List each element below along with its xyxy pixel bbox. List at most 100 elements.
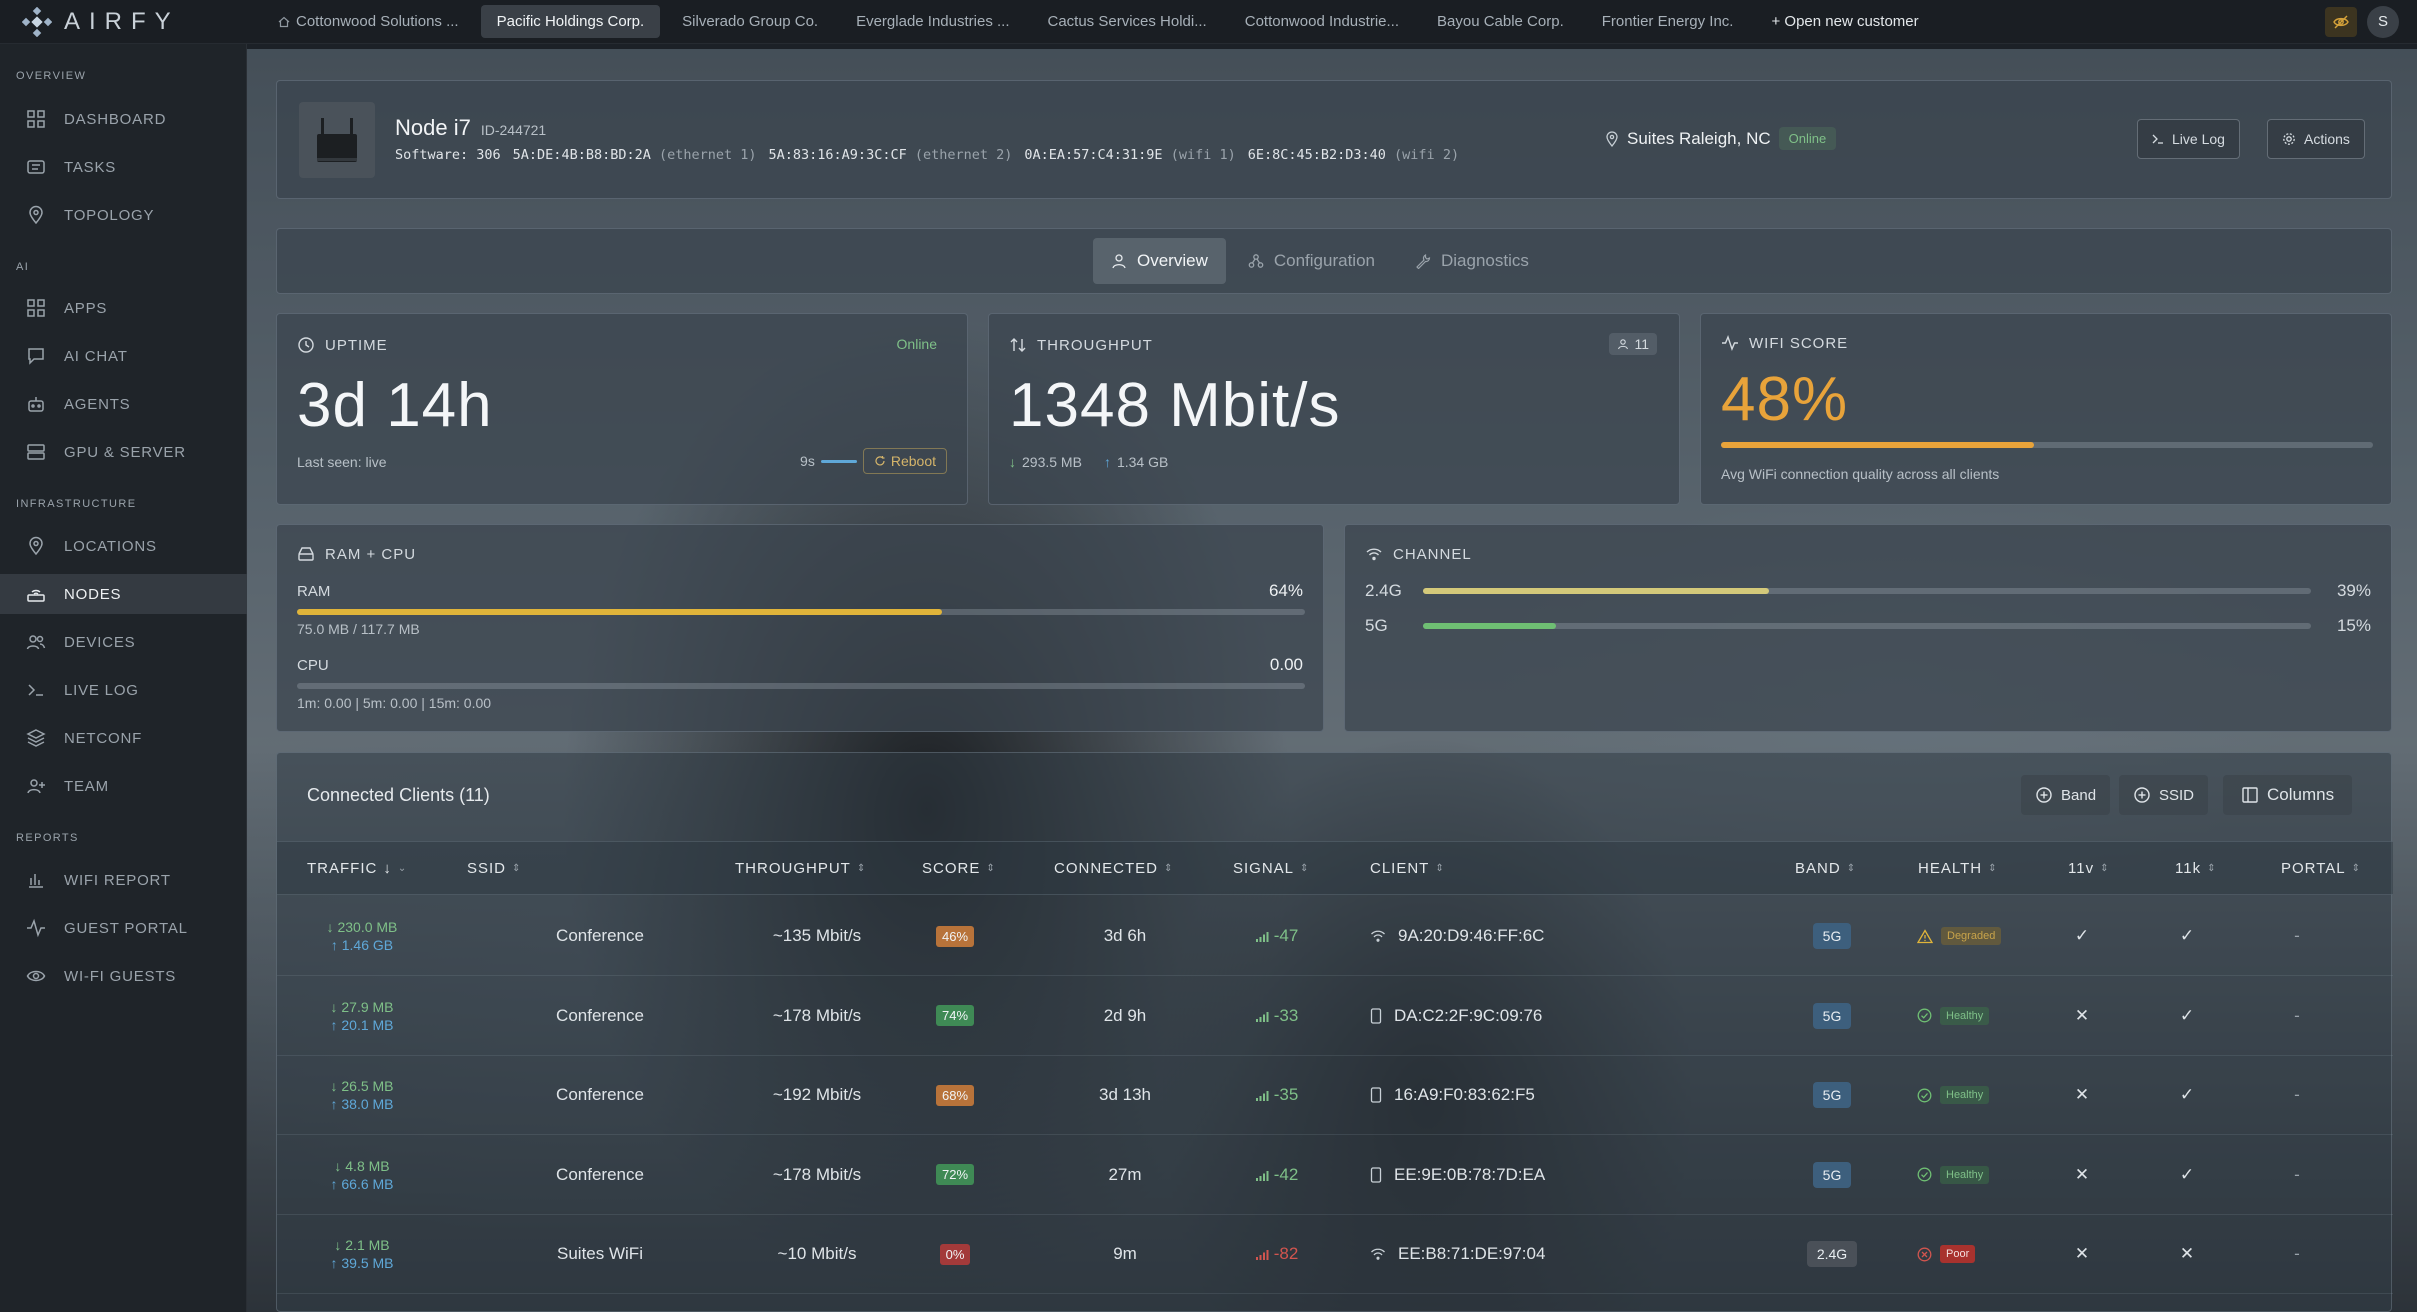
score-cell: 72%: [915, 1135, 995, 1215]
customer-tab[interactable]: Everglade Industries ...: [840, 5, 1025, 38]
traffic-down: ↓ 2.1 MB: [334, 1237, 390, 1253]
traffic-down: ↓ 27.9 MB: [330, 998, 394, 1015]
score-badge: 68%: [935, 1084, 975, 1106]
customer-tab[interactable]: Silverado Group Co.: [666, 5, 834, 38]
column-header-score[interactable]: SCORE ⇕: [922, 860, 996, 877]
signal-bars-icon: [1255, 1170, 1269, 1181]
open-new-customer-button[interactable]: + Open new customer: [1755, 5, 1934, 38]
ssid-filter-button[interactable]: SSID: [2119, 775, 2209, 815]
column-header-health[interactable]: HEALTH ⇕: [1918, 860, 1997, 877]
reboot-button[interactable]: Reboot: [862, 448, 947, 474]
sidebar-item-wifi-guests[interactable]: WI-FI GUESTS: [0, 956, 247, 996]
table-row[interactable]: ↓ 230.0 MB ↑ 1.46 GB Conference ~135 Mbit/s…: [277, 896, 2393, 976]
sidebar-item-label: TOPOLOGY: [64, 206, 155, 224]
customer-tab[interactable]: Frontier Energy Inc.: [1586, 5, 1750, 38]
privacy-toggle-button[interactable]: [2325, 6, 2357, 37]
score-badge: 46%: [935, 925, 975, 947]
map-pin-icon: [29, 205, 43, 225]
clients-table-header: TRAFFIC ↓ ⌄ SSID ⇕ THROUGHPUT ⇕ SCORE ⇕ CONNE…: [277, 841, 2393, 895]
node-name: Node i7: [395, 115, 471, 140]
client-cell[interactable]: EE:9E:0B:78:7D:EA: [1370, 1135, 1545, 1215]
throughput-cell: ~178 Mbit/s: [772, 1005, 862, 1025]
column-header-ssid[interactable]: SSID ⇕: [467, 860, 521, 877]
table-row[interactable]: ↓ 26.5 MB ↑ 38.0 MB Conference ~192 Mbit/s 6…: [277, 1055, 2393, 1135]
customer-tab[interactable]: Cottonwood Solutions ...: [262, 5, 475, 38]
sidebar-item-wifi-report[interactable]: WIFI REPORT: [0, 860, 247, 900]
traffic-cell: ↓ 230.0 MB ↑ 1.46 GB: [307, 896, 417, 976]
sidebar-item-gpu-server[interactable]: GPU & SERVER: [0, 432, 247, 472]
table-row[interactable]: ↓ 2.1 MB ↑ 39.5 MB Suites WiFi ~10 Mbit/s 0%…: [277, 1214, 2393, 1294]
sidebar-item-team[interactable]: TEAM: [0, 766, 247, 806]
sidebar-item-guest-portal[interactable]: GUEST PORTAL: [0, 908, 247, 948]
sidebar-item-dashboard[interactable]: DASHBOARD: [0, 99, 247, 139]
tab-configuration[interactable]: Configuration: [1230, 238, 1393, 284]
band-filter-button[interactable]: Band: [2021, 775, 2111, 815]
client-cell[interactable]: 16:A9:F0:83:62:F5: [1370, 1055, 1535, 1135]
customer-tab-active[interactable]: Pacific Holdings Corp.: [480, 5, 661, 38]
column-header-connected[interactable]: CONNECTED ⇕: [1054, 860, 1173, 877]
band-name: 5G: [1365, 616, 1388, 635]
throughput-value: 1348 Mbit/s: [1009, 371, 1341, 440]
sidebar-item-tasks[interactable]: TASKS: [0, 147, 247, 187]
11k-cell: ✕: [2179, 1244, 2195, 1263]
columns-button[interactable]: Columns: [2223, 775, 2353, 815]
traffic-cell: ↓ 27.9 MB ↑ 20.1 MB: [307, 976, 417, 1056]
signal-value: -82: [1273, 1244, 1299, 1263]
sidebar-item-live-log[interactable]: LIVE LOG: [0, 670, 247, 710]
throughput-card: THROUGHPUT 11 1348 Mbit/s ↓ 293.5 MB ↑ 1.3…: [988, 313, 1680, 505]
band-cell: 5G: [1782, 1055, 1882, 1135]
client-cell[interactable]: EE:B8:71:DE:97:04: [1370, 1214, 1545, 1294]
table-row[interactable]: ↓ 27.9 MB ↑ 20.1 MB Conference ~178 Mbit/s 7…: [277, 976, 2393, 1056]
client-cell[interactable]: DA:C2:2F:9C:09:76: [1370, 976, 1542, 1056]
client-cell[interactable]: 9A:20:D9:46:FF:6C: [1370, 896, 1544, 976]
customer-tab[interactable]: Cottonwood Industrie...: [1229, 5, 1415, 38]
sidebar-item-nodes[interactable]: NODES: [0, 574, 247, 614]
table-row[interactable]: ↓ 4.8 MB ↑ 66.6 MB Conference ~178 Mbit/s 72…: [277, 1135, 2393, 1215]
wifi-icon: [1366, 548, 1382, 561]
logo[interactable]: AIRFY: [0, 6, 262, 37]
portal-cell: -: [2294, 926, 2300, 945]
sidebar-item-label: LIVE LOG: [64, 681, 139, 699]
airfy-logo-icon: [22, 6, 52, 37]
column-header-traffic[interactable]: TRAFFIC ↓ ⌄: [307, 860, 407, 877]
traffic-down: ↓ 230.0 MB: [326, 919, 398, 935]
traffic-up: ↑ 38.0 MB: [330, 1096, 394, 1112]
signal-cell: -42: [1207, 1135, 1347, 1215]
11v-cell: ✕: [2074, 1085, 2090, 1104]
channel-card: CHANNEL 2.4G 39% 5G 15%: [1344, 524, 2392, 732]
column-header-portal[interactable]: PORTAL ⇕: [2281, 860, 2361, 877]
sidebar-item-label: LOCATIONS: [64, 537, 157, 555]
column-header-client[interactable]: CLIENT ⇕: [1370, 860, 1445, 877]
signal-value: -42: [1273, 1164, 1299, 1184]
11v-cell: ✓: [2074, 926, 2090, 945]
sidebar-item-ai-chat[interactable]: AI CHAT: [0, 336, 247, 376]
sidebar-item-locations[interactable]: LOCATIONS: [0, 526, 247, 566]
sidebar-item-label: TASKS: [64, 158, 117, 176]
tab-diagnostics[interactable]: Diagnostics: [1397, 238, 1547, 284]
customer-tab[interactable]: Bayou Cable Corp.: [1421, 5, 1580, 38]
live-log-button[interactable]: Live Log: [2137, 119, 2240, 159]
throughput-label: THROUGHPUT: [1037, 336, 1153, 354]
11k-cell: ✓: [2179, 1164, 2195, 1184]
column-header-signal[interactable]: SIGNAL ⇕: [1233, 860, 1309, 877]
avatar[interactable]: S: [2367, 5, 2399, 38]
column-header-11k[interactable]: 11k ⇕: [2175, 860, 2216, 877]
arrows-up-down-icon: [1010, 338, 1026, 352]
sidebar-item-apps[interactable]: APPS: [0, 288, 247, 328]
column-header-throughput[interactable]: THROUGHPUT ⇕: [735, 860, 866, 877]
column-header-11v[interactable]: 11v ⇕: [2068, 860, 2109, 877]
sidebar-item-netconf[interactable]: NETCONF: [0, 718, 247, 758]
sidebar-item-topology[interactable]: TOPOLOGY: [0, 195, 247, 235]
sidebar-item-agents[interactable]: AGENTS: [0, 384, 247, 424]
11v-cell: ✕: [2074, 1164, 2090, 1184]
connected-cell: 2d 9h: [1103, 1005, 1147, 1025]
actions-label: Actions: [2304, 131, 2350, 147]
ssid-filter-label: SSID: [2159, 786, 2195, 804]
actions-button[interactable]: Actions: [2267, 119, 2365, 159]
column-header-band[interactable]: BAND ⇕: [1795, 860, 1856, 877]
sidebar-item-devices[interactable]: DEVICES: [0, 622, 247, 662]
tab-overview[interactable]: Overview: [1093, 238, 1226, 284]
customer-tab[interactable]: Cactus Services Holdi...: [1032, 5, 1223, 38]
activity-icon: [27, 918, 45, 938]
wrench-icon: [1416, 254, 1431, 269]
